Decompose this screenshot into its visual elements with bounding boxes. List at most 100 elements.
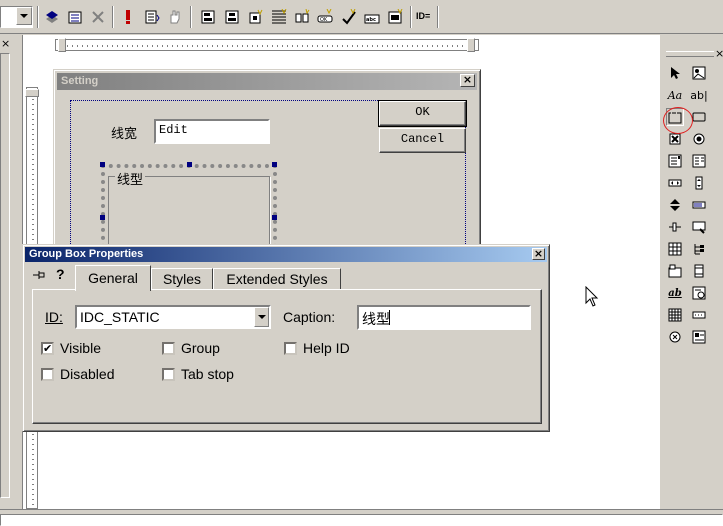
align-center-icon[interactable]	[222, 7, 242, 27]
radio-button-icon[interactable]	[690, 130, 708, 148]
slider-icon[interactable]	[666, 218, 684, 236]
pin-icon[interactable]	[31, 268, 47, 285]
edit-box[interactable]: Edit	[154, 119, 270, 144]
close-icon[interactable]: ×	[715, 47, 723, 60]
tab-control-icon[interactable]	[666, 262, 684, 280]
properties-title-bar[interactable]: Group Box Properties	[25, 247, 547, 262]
resize-handle-nw[interactable]	[100, 162, 105, 167]
close-icon[interactable]: ×	[532, 248, 545, 260]
spin-icon[interactable]	[666, 196, 684, 214]
picture-icon[interactable]	[690, 64, 708, 82]
resize-handle-n[interactable]	[187, 162, 192, 167]
progress-icon[interactable]	[690, 196, 708, 214]
edit-box-text: Edit	[159, 123, 188, 137]
toolbar-separator	[410, 6, 412, 28]
properties-dialog[interactable]: Group Box Properties × ? General Styles …	[22, 244, 550, 432]
vertical-scrollbar-icon[interactable]	[690, 174, 708, 192]
tab-styles[interactable]: Styles	[151, 268, 213, 290]
toolbar-separator	[190, 6, 192, 28]
toolbar-separator	[437, 6, 439, 28]
properties-title: Group Box Properties	[29, 248, 144, 260]
id-label: ID:	[45, 309, 63, 325]
helpid-checkbox[interactable]	[284, 342, 297, 355]
cut-disabled-icon[interactable]	[88, 7, 108, 27]
list-icon[interactable]	[142, 7, 162, 27]
close-icon[interactable]: ×	[460, 74, 475, 87]
resize-handle-ne[interactable]	[272, 162, 277, 167]
group-label: Group	[181, 340, 220, 356]
horizontal-ruler	[55, 39, 479, 51]
caption-input-value: 线型	[362, 311, 390, 327]
resize-handle-w[interactable]	[100, 215, 105, 220]
caption-label: Caption:	[283, 309, 336, 325]
ruler-guide-left[interactable]	[58, 38, 66, 52]
pointer-icon[interactable]	[666, 64, 684, 82]
class-wizard-icon[interactable]	[42, 7, 62, 27]
align-right-icon[interactable]	[246, 7, 266, 27]
resize-handle-e[interactable]	[272, 215, 277, 220]
test-dialog-icon[interactable]	[385, 7, 405, 27]
make-same-size-icon[interactable]	[292, 7, 312, 27]
combo-box-icon[interactable]	[666, 152, 684, 170]
group-box-caption: 线型	[115, 169, 146, 188]
tab-extended-styles[interactable]: Extended Styles	[213, 268, 341, 290]
edit-box-icon[interactable]: ab|	[690, 86, 708, 104]
custom-control-icon[interactable]	[666, 328, 684, 346]
visible-label: Visible	[60, 340, 101, 356]
status-bar	[0, 509, 723, 526]
setting-title-bar[interactable]: Setting	[57, 73, 477, 90]
top-toolbar: OK abc ID=	[0, 0, 723, 34]
grid-icon[interactable]: abc	[362, 7, 382, 27]
disabled-checkbox[interactable]	[41, 368, 54, 381]
dropdown-arrow-icon[interactable]	[254, 307, 269, 327]
list-box-icon[interactable]	[690, 152, 708, 170]
setting-dialog[interactable]: Setting × 线宽 Edit OK Cancel 线型	[53, 69, 481, 266]
space-across-icon[interactable]	[269, 7, 289, 27]
tab-extended-styles-label: Extended Styles	[226, 271, 328, 287]
list-control-icon[interactable]	[666, 240, 684, 258]
dropdown-arrow-icon[interactable]	[16, 7, 32, 25]
setting-title: Setting	[61, 75, 99, 87]
align-left-icon[interactable]	[198, 7, 218, 27]
combo-box-fragment[interactable]	[0, 6, 33, 28]
hand-icon[interactable]	[165, 7, 185, 27]
check-mnemonics-icon[interactable]	[339, 7, 359, 27]
svg-text:abc: abc	[366, 17, 376, 23]
month-calendar-icon[interactable]	[666, 306, 684, 324]
controls-palette: × Aa ab| ab	[660, 35, 723, 509]
animate-icon[interactable]	[690, 262, 708, 280]
ip-address-icon[interactable]	[690, 306, 708, 324]
size-to-content-icon[interactable]: OK	[315, 7, 335, 27]
rich-edit-icon[interactable]: ab	[666, 284, 684, 302]
id-combo[interactable]: IDC_STATIC	[75, 305, 271, 329]
tab-general[interactable]: General	[75, 265, 151, 291]
close-icon[interactable]: ×	[1, 37, 10, 50]
text-caret	[389, 310, 390, 325]
disabled-label: Disabled	[60, 366, 115, 382]
caption-input[interactable]: 线型	[357, 305, 531, 330]
check-mark-icon: ✔	[43, 342, 53, 355]
mouse-cursor-icon	[585, 285, 599, 311]
static-text-icon[interactable]: Aa	[666, 86, 684, 104]
help-icon[interactable]: ?	[56, 266, 65, 282]
resource-icon[interactable]	[65, 7, 85, 27]
svg-text:OK: OK	[320, 17, 328, 23]
ruler-guide-right[interactable]	[467, 38, 475, 52]
cancel-button[interactable]: Cancel	[379, 128, 466, 153]
horizontal-scrollbar-icon[interactable]	[666, 174, 684, 192]
tabstop-checkbox[interactable]	[162, 368, 175, 381]
exclamation-icon[interactable]	[118, 7, 138, 27]
ok-button[interactable]: OK	[378, 100, 467, 127]
id-label: ID=	[416, 11, 431, 21]
hotkey-icon[interactable]	[690, 218, 708, 236]
group-checkbox[interactable]	[162, 342, 175, 355]
extended-combo-icon[interactable]	[690, 328, 708, 346]
datetime-picker-icon[interactable]	[690, 284, 708, 302]
tab-general-label: General	[88, 270, 138, 286]
tree-control-icon[interactable]	[690, 240, 708, 258]
status-pane	[0, 514, 723, 526]
palette-grip[interactable]	[666, 51, 714, 57]
ruler-guide-top[interactable]	[25, 89, 39, 97]
visible-checkbox[interactable]: ✔	[41, 342, 54, 355]
toolbar-separator	[112, 6, 114, 28]
